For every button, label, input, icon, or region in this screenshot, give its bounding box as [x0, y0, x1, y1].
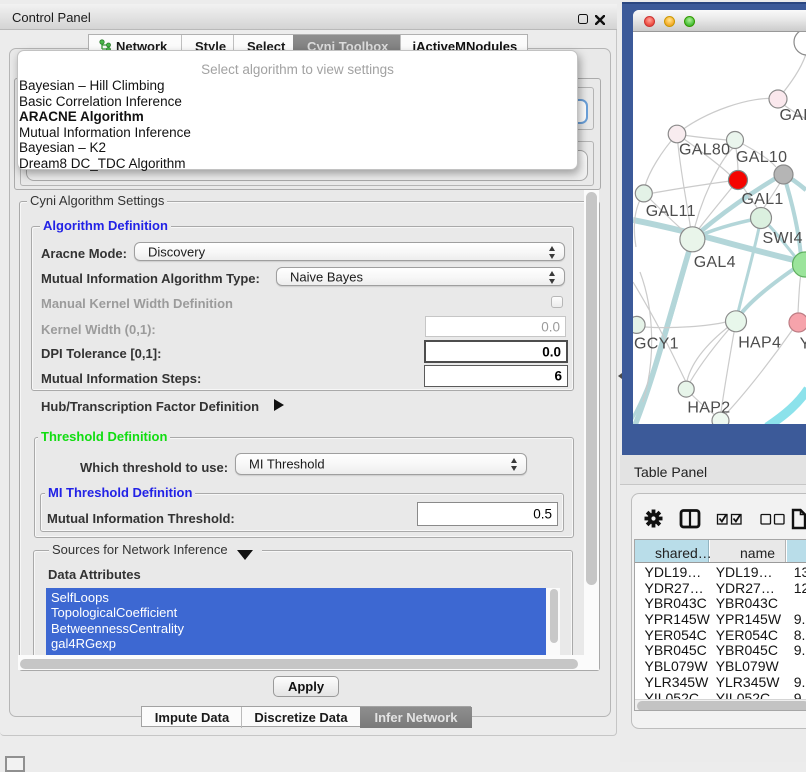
svg-text:HAP4: HAP4 — [738, 334, 781, 351]
svg-text:GAL80: GAL80 — [679, 141, 730, 158]
svg-text:GAL10: GAL10 — [736, 149, 787, 166]
svg-text:HAP2: HAP2 — [687, 399, 730, 416]
svg-text:Y: Y — [800, 336, 806, 353]
svg-text:GAL11: GAL11 — [646, 203, 696, 220]
svg-text:GAL1: GAL1 — [742, 191, 784, 208]
svg-text:GCY1: GCY1 — [634, 336, 679, 353]
svg-text:GAL7: GAL7 — [780, 107, 806, 124]
svg-text:GAL4: GAL4 — [694, 254, 736, 271]
svg-text:SWI4: SWI4 — [763, 230, 803, 247]
